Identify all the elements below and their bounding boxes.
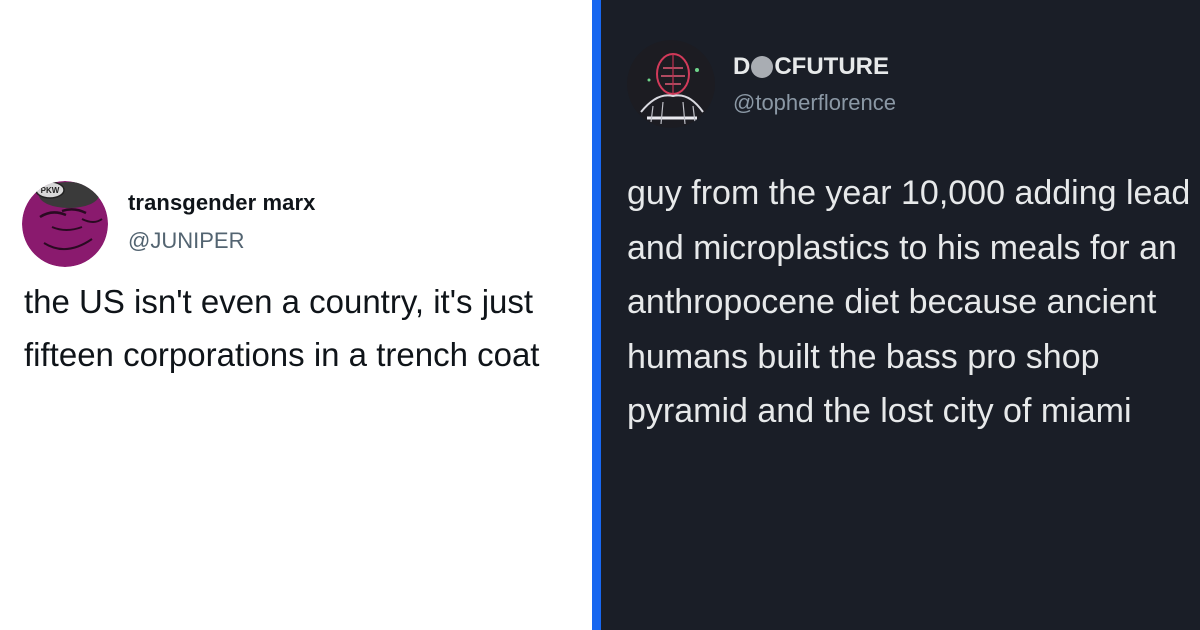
panel-divider [592, 0, 601, 630]
display-name-suffix: CFUTURE [774, 53, 889, 80]
tweet-text: the US isn't even a country, it's just f… [24, 283, 540, 373]
glowing-head-avatar-icon [627, 40, 715, 128]
display-name[interactable]: transgender marx [128, 190, 315, 216]
avatar[interactable] [627, 40, 715, 128]
display-name-prefix: D [733, 53, 751, 80]
moon-emoji-icon [751, 56, 774, 78]
tweet-text: guy from the year 10,000 adding lead and… [627, 174, 1191, 430]
avatar[interactable]: PKW [22, 181, 108, 267]
left-tweet: PKW transgender marx @JUNIPER the US isn… [0, 0, 592, 630]
user-handle[interactable]: @JUNIPER [128, 228, 244, 254]
purple-character-avatar-icon: PKW [22, 181, 108, 267]
avatar-hat-text: PKW [41, 186, 60, 195]
display-name[interactable]: D CFUTURE [733, 53, 889, 81]
user-handle[interactable]: @topherflorence [733, 90, 896, 116]
right-tweet: D CFUTURE @topherflorence guy from the ye… [601, 0, 1200, 630]
